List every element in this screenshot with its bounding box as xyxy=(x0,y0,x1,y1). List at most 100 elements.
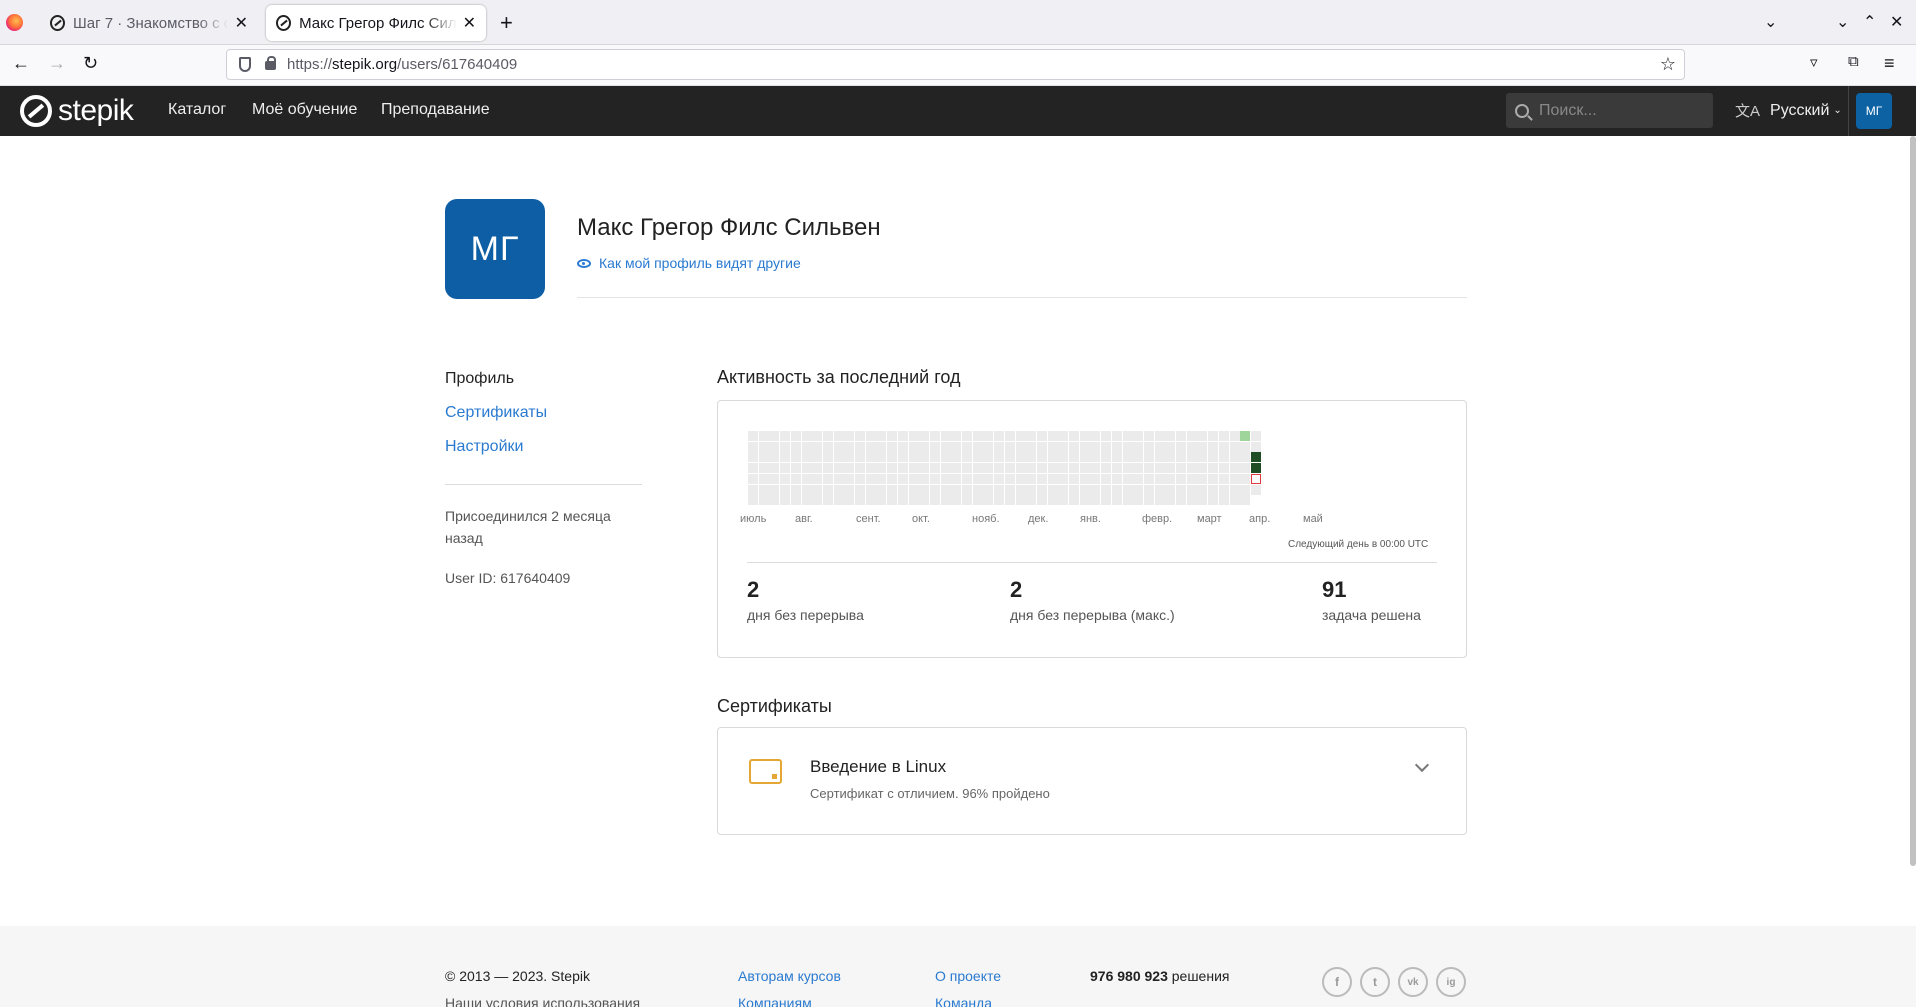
certificate-card[interactable] xyxy=(717,727,1467,835)
reload-icon[interactable]: ↻ xyxy=(83,53,98,74)
lock-icon[interactable] xyxy=(265,56,276,70)
footer-solutions: 976 980 923 решения xyxy=(1090,968,1229,984)
heatmap-cell xyxy=(1218,484,1229,495)
browser-tab-2[interactable]: Макс Грегор Филс Сильвен ✕ xyxy=(266,5,486,41)
extensions-icon[interactable]: ⧉ xyxy=(1848,53,1859,70)
shield-icon[interactable] xyxy=(239,57,251,72)
certificate-name: Введение в Linux xyxy=(810,757,947,776)
heatmap-cell xyxy=(1090,431,1101,441)
search-input[interactable] xyxy=(1539,101,1699,120)
heatmap-cell xyxy=(1026,495,1037,506)
heatmap-cell xyxy=(972,431,983,441)
heatmap-cell xyxy=(1208,463,1219,474)
view-as-others-link[interactable]: Как мой профиль видят другие xyxy=(577,255,801,271)
nav-catalog[interactable]: Каталог xyxy=(168,101,226,119)
heatmap-cell xyxy=(994,441,1005,452)
footer-link-companies[interactable]: Компаниям xyxy=(738,995,812,1007)
footer-link-team[interactable]: Команда xyxy=(935,995,992,1007)
stepik-logo[interactable]: stepik xyxy=(20,94,134,128)
heatmap-cell xyxy=(1122,431,1133,441)
nav-teaching[interactable]: Преподавание xyxy=(381,101,490,119)
back-icon[interactable]: ← xyxy=(12,53,30,74)
heatmap-cell xyxy=(887,431,898,441)
forward-icon[interactable]: → xyxy=(48,53,66,74)
divider xyxy=(577,297,1467,298)
vk-icon[interactable]: vk xyxy=(1398,967,1428,997)
heatmap-cell xyxy=(1133,452,1144,463)
footer-link-authors[interactable]: Авторам курсов xyxy=(738,968,841,984)
heatmap-cell xyxy=(780,463,791,474)
menu-icon[interactable]: ≡ xyxy=(1884,53,1895,74)
heatmap-cell xyxy=(1218,441,1229,452)
facebook-icon[interactable]: f xyxy=(1322,967,1352,997)
heatmap-cell xyxy=(1026,431,1037,441)
heatmap-cell xyxy=(855,463,865,474)
sidebar-item-certificates[interactable]: Сертификаты xyxy=(445,404,547,422)
heatmap-cell xyxy=(1058,431,1069,441)
heatmap-cell xyxy=(1015,441,1026,452)
heatmap-cell xyxy=(1154,441,1165,452)
url-bar[interactable]: https://stepik.org/users/617640409 ☆ xyxy=(226,49,1685,80)
heatmap-cell xyxy=(1250,452,1261,463)
heatmap-cell xyxy=(1015,463,1026,474)
heatmap-cell xyxy=(855,452,865,463)
search-box[interactable] xyxy=(1506,93,1713,128)
heatmap-cell xyxy=(940,484,951,495)
instagram-icon[interactable]: ig xyxy=(1436,967,1466,997)
heatmap-cell xyxy=(1079,452,1090,463)
nav-my-learning[interactable]: Моё обучение xyxy=(252,101,357,119)
heatmap-cell xyxy=(940,452,951,463)
minimize-icon[interactable]: ⌄ xyxy=(1836,12,1849,32)
heatmap-cell xyxy=(1079,463,1090,474)
heatmap-cell xyxy=(919,473,930,484)
footer-terms-link[interactable]: Наши условия использования xyxy=(445,995,640,1007)
heatmap-cell xyxy=(951,484,962,495)
bookmark-star-icon[interactable]: ☆ xyxy=(1660,54,1676,75)
heatmap-cell xyxy=(1090,452,1101,463)
heatmap-cell xyxy=(951,463,962,474)
sidebar-item-profile[interactable]: Профиль xyxy=(445,370,514,388)
solutions-count: 976 980 923 xyxy=(1090,968,1168,984)
heatmap-cell xyxy=(1069,463,1079,474)
heatmap-cell xyxy=(1015,452,1026,463)
heatmap-cell xyxy=(1111,452,1122,463)
user-avatar-button[interactable]: МГ xyxy=(1856,93,1892,129)
heatmap-cell xyxy=(1122,463,1133,474)
close-icon[interactable]: ✕ xyxy=(463,13,476,33)
page-scrollbar[interactable] xyxy=(1910,136,1916,866)
heatmap-cell xyxy=(972,495,983,506)
new-tab-button[interactable]: + xyxy=(500,10,513,36)
heatmap-cell xyxy=(1111,484,1122,495)
maximize-icon[interactable]: ⌃ xyxy=(1863,12,1876,32)
firefox-icon[interactable] xyxy=(6,14,23,31)
activity-title: Активность за последний год xyxy=(717,367,961,387)
heatmap-cell xyxy=(769,452,780,463)
heatmap-cell xyxy=(1047,452,1058,463)
heatmap-cell xyxy=(844,431,855,441)
pocket-icon[interactable]: ▿ xyxy=(1810,53,1818,71)
twitter-icon[interactable]: t xyxy=(1360,967,1390,997)
url-text[interactable]: https://stepik.org/users/617640409 xyxy=(287,56,517,73)
footer-link-about[interactable]: О проекте xyxy=(935,968,1001,984)
close-icon[interactable]: ✕ xyxy=(235,13,248,33)
close-window-icon[interactable]: ✕ xyxy=(1890,12,1903,32)
heatmap-cell xyxy=(1240,441,1251,452)
heatmap-cell xyxy=(1090,495,1101,506)
heatmap-cell xyxy=(801,484,812,495)
heatmap-cell xyxy=(1186,463,1197,474)
browser-tab-1[interactable]: Шаг 7 · Знакомство с сер ✕ xyxy=(40,5,258,41)
heatmap-cell xyxy=(1122,473,1133,484)
solutions-label: решения xyxy=(1171,968,1230,984)
heatmap-cell xyxy=(908,484,919,495)
heatmap-cell xyxy=(748,441,758,452)
heatmap-cell xyxy=(1250,473,1261,484)
stepik-favicon-icon xyxy=(50,15,65,31)
language-selector[interactable]: 文A Русский ⌄ xyxy=(1735,100,1842,121)
list-all-tabs-icon[interactable]: ⌄ xyxy=(1764,12,1777,32)
heatmap-cell xyxy=(887,452,898,463)
heatmap-cell xyxy=(919,452,930,463)
heatmap-cell xyxy=(908,463,919,474)
sidebar-item-settings[interactable]: Настройки xyxy=(445,438,523,456)
month-label: авг. xyxy=(795,513,813,525)
heatmap-cell xyxy=(1143,495,1154,506)
